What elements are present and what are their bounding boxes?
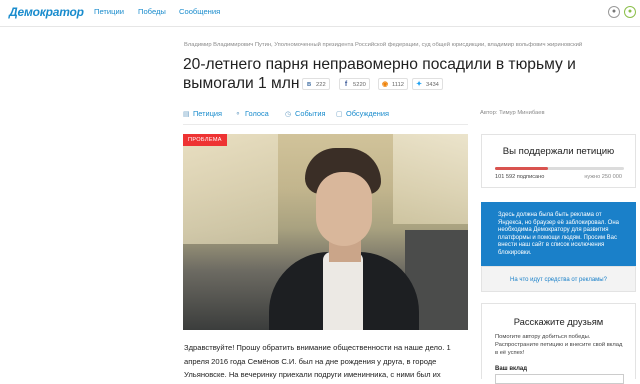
signature-progress-fill bbox=[495, 167, 548, 170]
user-icon[interactable]: ● bbox=[608, 6, 620, 18]
support-heading: Вы поддержали петицию bbox=[502, 146, 615, 157]
tabs-divider bbox=[183, 124, 468, 125]
tab-discussions-label: Обсуждения bbox=[346, 109, 389, 118]
signature-progress-bar bbox=[495, 167, 624, 170]
tab-discussions[interactable]: ▢ Обсуждения bbox=[336, 109, 389, 118]
petition-body-text: Здравствуйте! Прошу обратить внимание об… bbox=[184, 343, 451, 379]
comments-icon: ▢ bbox=[336, 111, 343, 118]
adblock-notice: Здесь должна была быть реклама от Яндекс… bbox=[481, 202, 636, 266]
share-facebook-count: 5220 bbox=[353, 82, 366, 88]
support-card: Вы поддержали петицию 101 592 подписано … bbox=[481, 134, 636, 188]
petition-photo bbox=[183, 134, 468, 330]
tab-events[interactable]: ◷ События bbox=[285, 109, 326, 118]
tab-events-label: События bbox=[295, 109, 326, 118]
share-friends-text: Помогите автору добиться победы. Распрос… bbox=[495, 334, 623, 356]
petition-author[interactable]: Автор: Тимур Минибаев bbox=[480, 110, 545, 116]
tab-petition-label: Петиция bbox=[193, 109, 223, 118]
tab-votes-label: Голоса bbox=[245, 109, 269, 118]
share-vk-count: 222 bbox=[316, 82, 326, 88]
facebook-icon: f bbox=[344, 81, 348, 88]
document-icon: ▤ bbox=[183, 111, 190, 118]
share-odnoklassniki-button[interactable]: ◉ 1112 bbox=[378, 78, 409, 90]
contribution-input[interactable] bbox=[495, 374, 624, 384]
vk-icon: в bbox=[306, 81, 312, 88]
nav-victories-link[interactable]: Победы bbox=[138, 7, 166, 16]
odnoklassniki-icon[interactable]: ● bbox=[624, 6, 636, 18]
twitter-icon: ✦ bbox=[416, 81, 422, 88]
site-logo[interactable]: Демократор bbox=[9, 5, 84, 19]
petition-addressees[interactable]: Владимир Владимирович Путин, Уполномочен… bbox=[184, 42, 634, 48]
top-nav-bar: Демократор Петиции Победы Сообщения ● ● bbox=[0, 0, 640, 27]
tab-votes[interactable]: ⚬ Голоса bbox=[235, 109, 269, 118]
signature-goal: нужно 250 000 bbox=[584, 174, 622, 180]
nav-messages-link[interactable]: Сообщения bbox=[179, 7, 220, 16]
contribution-label: Ваш вклад bbox=[495, 366, 528, 372]
share-odnoklassniki-count: 1112 bbox=[392, 82, 405, 88]
ad-funds-link[interactable]: На что идут средства от рекламы? bbox=[481, 266, 636, 292]
share-friends-heading: Расскажите друзьям bbox=[513, 316, 604, 327]
share-twitter-count: 3434 bbox=[426, 82, 439, 88]
share-friends-card: Расскажите друзьям Помогите автору добит… bbox=[481, 303, 636, 384]
tab-petition[interactable]: ▤ Петиция bbox=[183, 109, 222, 118]
clock-icon: ◷ bbox=[285, 111, 292, 118]
share-vk-button[interactable]: в 222 bbox=[302, 78, 330, 90]
odnoklassniki-icon: ◉ bbox=[381, 81, 389, 88]
problem-badge: ПРОБЛЕМА bbox=[183, 134, 227, 146]
signature-count: 101 592 подписано bbox=[495, 174, 545, 180]
nav-petitions-link[interactable]: Петиции bbox=[94, 7, 124, 16]
share-facebook-button[interactable]: f 5220 bbox=[339, 78, 370, 90]
share-twitter-button[interactable]: ✦ 3434 bbox=[412, 78, 443, 90]
vote-icon: ⚬ bbox=[235, 111, 241, 118]
